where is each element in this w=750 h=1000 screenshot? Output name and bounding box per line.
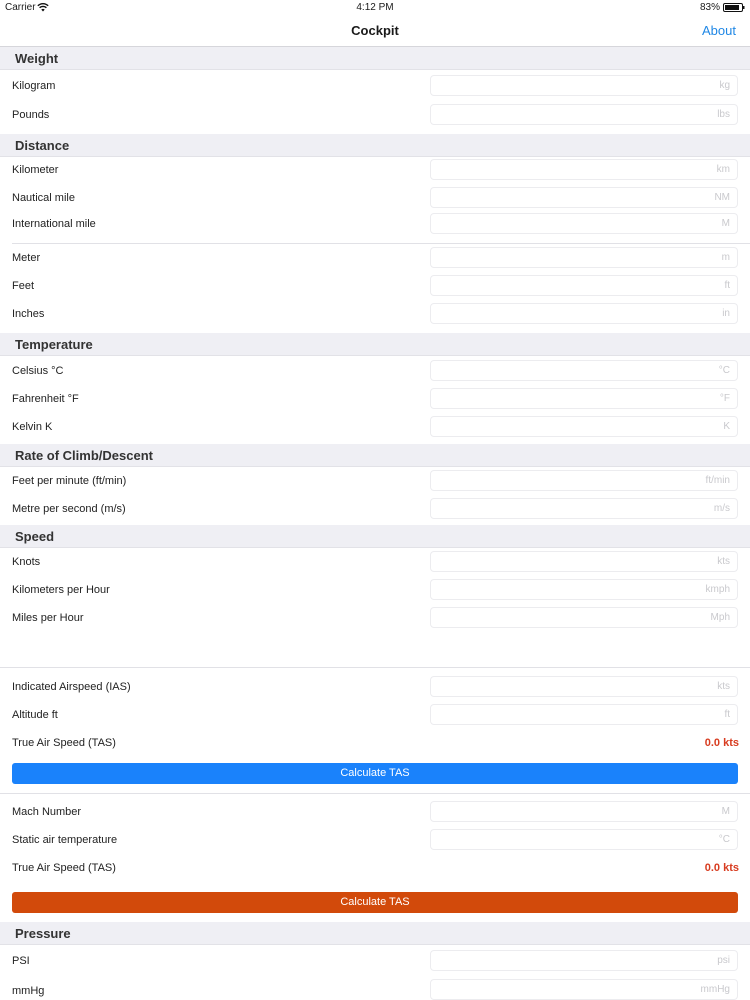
row-divider: [12, 243, 750, 244]
altitude-input[interactable]: [430, 704, 738, 725]
ias-label: Indicated Airspeed (IAS): [12, 681, 131, 693]
section-title: Weight: [15, 51, 59, 66]
section-title: Speed: [15, 529, 55, 544]
mmhg-input[interactable]: [430, 979, 738, 1000]
static-air-temperature-label: Static air temperature: [12, 834, 118, 846]
section-header-temperature: Temperature: [0, 333, 750, 356]
international-mile-label: International mile: [12, 218, 96, 230]
feet-per-minute-input[interactable]: [430, 470, 738, 491]
feet-per-minute-label: Feet per minute (ft/min): [12, 475, 127, 487]
inches-label: Inches: [12, 308, 45, 320]
kilometer-label: Kilometer: [12, 164, 59, 176]
metre-per-second-label: Metre per second (m/s): [12, 503, 126, 515]
section-header-pressure: Pressure: [0, 922, 750, 945]
knots-label: Knots: [12, 556, 41, 568]
tas-label: True Air Speed (TAS): [12, 862, 116, 874]
pounds-label: Pounds: [12, 109, 50, 121]
kilogram-input[interactable]: [430, 75, 738, 96]
ias-input[interactable]: [430, 676, 738, 697]
clock-label: 4:12 PM: [356, 2, 394, 13]
metre-per-second-input[interactable]: [430, 498, 738, 519]
status-bar: Carrier 4:12 PM 83%: [0, 0, 750, 16]
kilogram-label: Kilogram: [12, 80, 56, 92]
section-title: Pressure: [15, 926, 71, 941]
inches-input[interactable]: [430, 303, 738, 324]
psi-label: PSI: [12, 955, 30, 967]
altitude-label: Altitude ft: [12, 709, 58, 721]
section-header-distance: Distance: [0, 134, 750, 157]
battery-percent: 83%: [699, 2, 720, 13]
section-title: Distance: [15, 138, 70, 153]
feet-input[interactable]: [430, 275, 738, 296]
kmph-input[interactable]: [430, 579, 738, 600]
celsius-label: Celsius °C: [12, 365, 64, 377]
section-title: Temperature: [15, 337, 93, 352]
about-button[interactable]: About: [702, 23, 736, 38]
battery-icon: [723, 3, 745, 12]
fahrenheit-input[interactable]: [430, 388, 738, 409]
calculate-tas-ias-button[interactable]: Calculate TAS: [12, 763, 738, 784]
section-divider: [0, 667, 750, 668]
nautical-mile-label: Nautical mile: [12, 192, 75, 204]
static-air-temperature-input[interactable]: [430, 829, 738, 850]
fahrenheit-label: Fahrenheit °F: [12, 393, 79, 405]
nautical-mile-input[interactable]: [430, 187, 738, 208]
section-divider: [0, 793, 750, 794]
knots-input[interactable]: [430, 551, 738, 572]
mmhg-label: mmHg: [12, 985, 45, 997]
kmph-label: Kilometers per Hour: [12, 584, 110, 596]
section-header-speed: Speed: [0, 525, 750, 548]
mach-number-label: Mach Number: [12, 806, 82, 818]
feet-label: Feet: [12, 280, 35, 292]
tas-result-value: 0.0 kts: [704, 862, 739, 874]
celsius-input[interactable]: [430, 360, 738, 381]
mph-input[interactable]: [430, 607, 738, 628]
calculate-tas-mach-button[interactable]: Calculate TAS: [12, 892, 738, 913]
section-title: Rate of Climb/Descent: [15, 448, 153, 463]
mph-label: Miles per Hour: [12, 612, 84, 624]
kilometer-input[interactable]: [430, 159, 738, 180]
tas-result-value: 0.0 kts: [704, 737, 739, 749]
psi-input[interactable]: [430, 950, 738, 971]
page-title: Cockpit: [351, 23, 399, 38]
section-header-climb: Rate of Climb/Descent: [0, 444, 750, 467]
international-mile-input[interactable]: [430, 213, 738, 234]
mach-number-input[interactable]: [430, 801, 738, 822]
tas-label: True Air Speed (TAS): [12, 737, 116, 749]
kelvin-label: Kelvin K: [12, 421, 53, 433]
meter-input[interactable]: [430, 247, 738, 268]
pounds-input[interactable]: [430, 104, 738, 125]
section-header-weight: Weight: [0, 47, 750, 70]
meter-label: Meter: [12, 252, 41, 264]
kelvin-input[interactable]: [430, 416, 738, 437]
